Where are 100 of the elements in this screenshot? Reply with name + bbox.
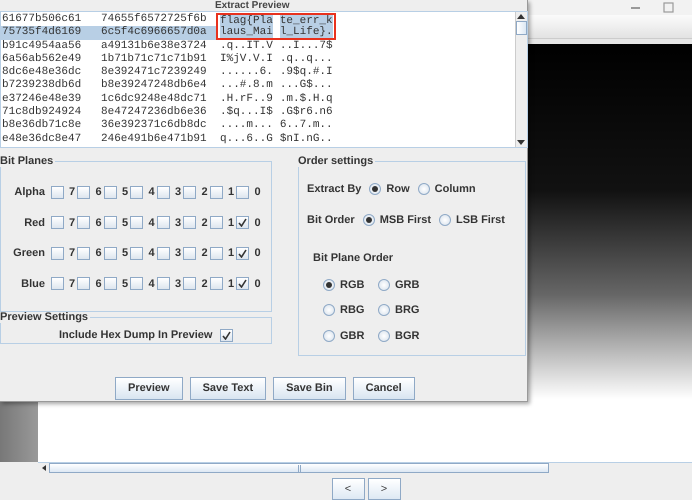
checkbox-label[interactable]: Include Hex Dump In Preview bbox=[59, 327, 212, 344]
bit-label[interactable]: 6 bbox=[95, 276, 102, 292]
bit-label[interactable]: 5 bbox=[122, 214, 128, 231]
checkbox[interactable] bbox=[104, 277, 117, 290]
option-label[interactable]: Column bbox=[434, 181, 476, 198]
checkbox[interactable] bbox=[50, 277, 64, 290]
bit-label[interactable]: 6 bbox=[95, 245, 102, 262]
scroll-down-icon[interactable] bbox=[516, 138, 526, 147]
option-label[interactable]: RGB bbox=[340, 276, 364, 293]
checkbox[interactable] bbox=[50, 216, 64, 230]
checkbox[interactable] bbox=[104, 216, 117, 230]
checkbox[interactable] bbox=[156, 246, 170, 260]
bit-label[interactable]: 6 bbox=[95, 214, 102, 231]
bit-label[interactable]: 5 bbox=[122, 276, 128, 292]
option-label[interactable]: BRG bbox=[395, 302, 420, 318]
bit-label[interactable]: 6 bbox=[95, 184, 102, 200]
scroll-thumb[interactable] bbox=[516, 21, 527, 35]
checkbox[interactable] bbox=[236, 216, 250, 230]
checkbox[interactable] bbox=[210, 246, 223, 260]
radio-button[interactable] bbox=[323, 330, 335, 342]
checkbox[interactable] bbox=[183, 277, 196, 290]
bit-label[interactable]: 7 bbox=[68, 214, 76, 231]
checkbox[interactable] bbox=[77, 216, 90, 230]
bit-label[interactable]: 2 bbox=[201, 214, 208, 231]
scroll-up-icon[interactable] bbox=[516, 12, 526, 21]
bit-label[interactable]: 2 bbox=[201, 245, 208, 262]
checkbox[interactable] bbox=[236, 186, 250, 199]
radio-button[interactable] bbox=[378, 278, 390, 291]
dialog-button[interactable]: Save Bin bbox=[273, 377, 346, 400]
checkbox[interactable] bbox=[210, 186, 223, 199]
radio-button[interactable] bbox=[323, 304, 335, 316]
bit-label[interactable]: 3 bbox=[174, 276, 182, 292]
bit-label[interactable]: 5 bbox=[122, 184, 128, 200]
radio-button[interactable] bbox=[418, 183, 430, 196]
bit-label[interactable]: 2 bbox=[201, 184, 208, 200]
bit-label[interactable]: 3 bbox=[174, 245, 182, 262]
checkbox[interactable] bbox=[183, 216, 196, 230]
checkbox[interactable] bbox=[156, 186, 170, 199]
radio-button[interactable] bbox=[362, 214, 375, 226]
radio-button[interactable] bbox=[439, 214, 452, 226]
bit-label[interactable]: 4 bbox=[148, 276, 155, 292]
option-label[interactable]: LSB First bbox=[456, 212, 505, 228]
nav-button[interactable]: > bbox=[368, 478, 400, 500]
radio-button[interactable] bbox=[378, 304, 390, 316]
bit-label[interactable]: 3 bbox=[174, 184, 182, 200]
bit-label[interactable]: 3 bbox=[174, 214, 182, 231]
checkbox[interactable] bbox=[104, 186, 117, 199]
bit-label[interactable]: 4 bbox=[148, 214, 155, 231]
checkbox[interactable] bbox=[77, 277, 90, 290]
checkbox[interactable] bbox=[50, 186, 64, 199]
checkbox[interactable] bbox=[236, 277, 250, 290]
bit-label[interactable]: 4 bbox=[148, 245, 155, 262]
dialog-button[interactable]: Preview bbox=[115, 377, 183, 400]
bit-label[interactable]: 1 bbox=[228, 214, 234, 231]
checkbox[interactable] bbox=[156, 216, 170, 230]
nav-button[interactable]: < bbox=[332, 478, 364, 500]
checkbox[interactable] bbox=[130, 186, 144, 199]
checkbox[interactable] bbox=[130, 216, 144, 230]
radio-button[interactable] bbox=[369, 183, 382, 196]
checkbox[interactable] bbox=[220, 328, 234, 342]
horizontal-scrollbar[interactable] bbox=[38, 462, 692, 473]
bit-label[interactable]: 0 bbox=[254, 245, 261, 262]
bit-label[interactable]: 7 bbox=[68, 276, 76, 292]
bit-label[interactable]: 0 bbox=[254, 214, 261, 231]
checkbox[interactable] bbox=[130, 277, 144, 290]
scroll-left-icon[interactable] bbox=[40, 464, 46, 472]
bit-label[interactable]: 0 bbox=[254, 276, 261, 292]
ascii-text: q...6..G bbox=[220, 132, 273, 146]
bit-label[interactable]: 5 bbox=[122, 245, 128, 262]
bit-label[interactable]: 7 bbox=[68, 245, 76, 262]
radio-button[interactable] bbox=[323, 278, 335, 291]
dialog-button[interactable]: Cancel bbox=[352, 377, 415, 400]
bit-label[interactable]: 1 bbox=[228, 276, 234, 292]
bit-label[interactable]: 4 bbox=[148, 184, 155, 200]
option-label[interactable]: GRB bbox=[395, 276, 420, 293]
checkbox[interactable] bbox=[156, 277, 170, 290]
checkbox[interactable] bbox=[183, 186, 196, 199]
bit-label[interactable]: 0 bbox=[254, 184, 261, 200]
checkbox[interactable] bbox=[183, 246, 196, 260]
checkbox[interactable] bbox=[130, 246, 144, 260]
bit-label[interactable]: 2 bbox=[201, 276, 208, 292]
option-label[interactable]: MSB First bbox=[380, 212, 432, 228]
option-label[interactable]: Row bbox=[386, 181, 410, 198]
option-label[interactable]: RBG bbox=[340, 302, 364, 318]
bit-label[interactable]: 1 bbox=[228, 184, 234, 200]
checkbox[interactable] bbox=[77, 246, 90, 260]
checkbox[interactable] bbox=[210, 277, 223, 290]
dialog-button[interactable]: Save Text bbox=[190, 377, 266, 400]
scroll-thumb[interactable] bbox=[49, 463, 549, 473]
checkbox[interactable] bbox=[210, 216, 223, 230]
checkbox[interactable] bbox=[77, 186, 90, 199]
checkbox[interactable] bbox=[104, 246, 117, 260]
radio-button[interactable] bbox=[378, 330, 390, 342]
maximize-icon[interactable] bbox=[663, 2, 674, 13]
checkbox[interactable] bbox=[236, 246, 250, 260]
bit-label[interactable]: 1 bbox=[228, 245, 234, 262]
option-label[interactable]: BGR bbox=[395, 328, 420, 344]
bit-label[interactable]: 7 bbox=[68, 184, 76, 200]
checkbox[interactable] bbox=[50, 246, 64, 260]
option-label[interactable]: GBR bbox=[340, 328, 364, 344]
